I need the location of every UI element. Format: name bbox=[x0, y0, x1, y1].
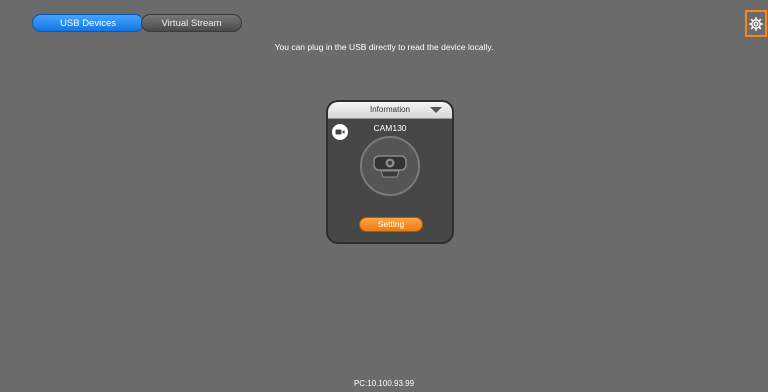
caret-down-icon[interactable] bbox=[430, 107, 442, 113]
tab-usb-devices[interactable]: USB Devices bbox=[32, 14, 144, 32]
device-card: Information CAM130 Setting bbox=[326, 100, 454, 244]
setting-button[interactable]: Setting bbox=[359, 217, 423, 232]
settings-button[interactable] bbox=[745, 10, 767, 37]
information-bar[interactable]: Information bbox=[328, 102, 452, 119]
gear-icon bbox=[749, 16, 763, 31]
tab-virtual-stream[interactable]: Virtual Stream bbox=[141, 14, 242, 32]
hint-text: You can plug in the USB directly to read… bbox=[274, 42, 494, 52]
device-name: CAM130 bbox=[373, 123, 407, 133]
webcam-icon bbox=[360, 136, 420, 196]
footer-ip-text: PC:10.100.93.99 bbox=[353, 379, 415, 388]
